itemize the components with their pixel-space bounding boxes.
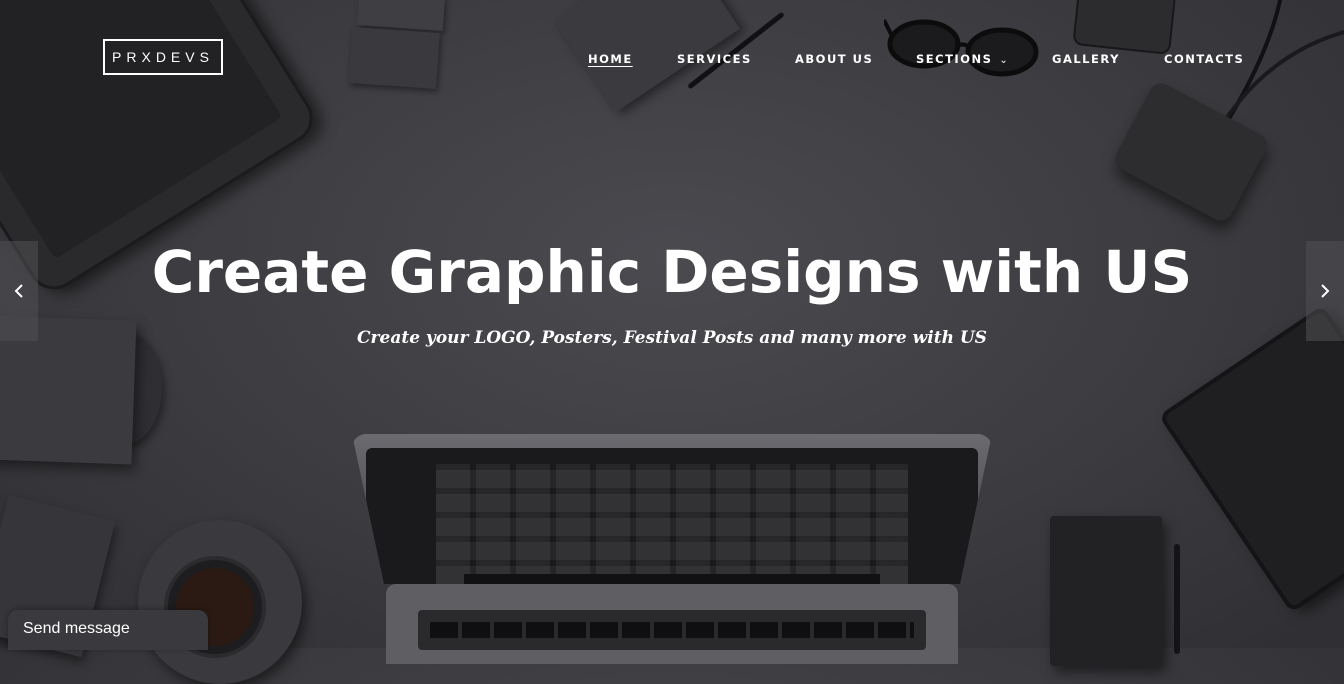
nav-contacts[interactable]: CONTACTS	[1164, 52, 1244, 66]
phone-image	[1072, 0, 1178, 55]
hero-title: Create Graphic Designs with US	[151, 238, 1193, 306]
pen-image	[1174, 544, 1180, 654]
slider-prev-button[interactable]	[0, 241, 38, 341]
slider-next-button[interactable]	[1306, 241, 1344, 341]
business-card-image	[356, 0, 446, 31]
laptop-keyboard-image	[386, 584, 958, 664]
hero-subtitle: Create your LOGO, Posters, Festival Post…	[357, 328, 987, 348]
glasses-image	[884, 19, 1039, 77]
chevron-right-icon	[1321, 284, 1330, 298]
send-message-label: Send message	[23, 620, 130, 637]
clipboard-image	[1158, 304, 1344, 614]
nav-home[interactable]: HOME	[588, 52, 633, 66]
laptop-screen-image	[352, 434, 992, 584]
chevron-down-icon: ⌄	[999, 55, 1010, 66]
nav-services[interactable]: SERVICES	[677, 52, 752, 66]
notebook-image	[1050, 516, 1162, 666]
chevron-left-icon	[14, 284, 23, 298]
nav-sections-label: SECTIONS	[916, 52, 993, 66]
main-nav: HOME SERVICES ABOUT US SECTIONS ⌄ GALLERY…	[0, 52, 1344, 68]
nav-about-us[interactable]: ABOUT US	[795, 52, 873, 66]
nav-gallery[interactable]: GALLERY	[1052, 52, 1120, 66]
send-message-button[interactable]: Send message	[8, 610, 208, 650]
nav-sections[interactable]: SECTIONS ⌄	[916, 52, 1009, 66]
